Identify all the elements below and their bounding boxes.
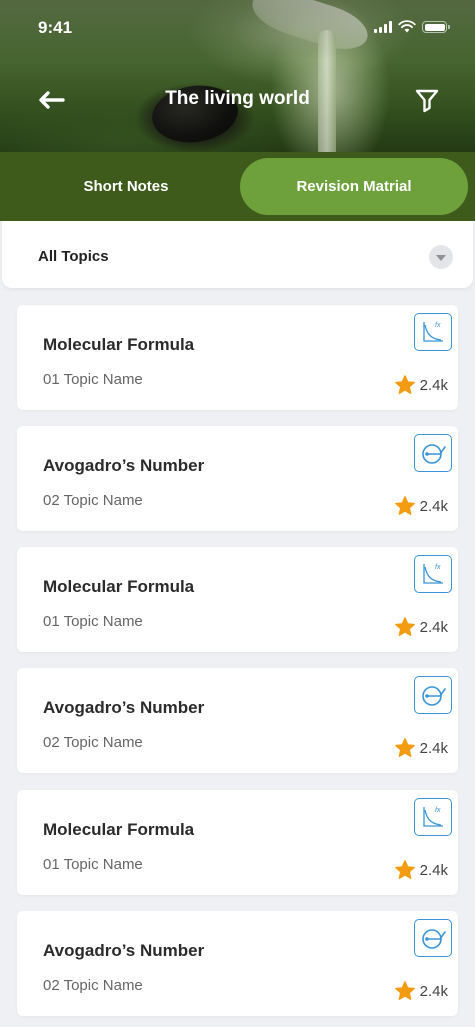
rating: 2.4k xyxy=(394,374,448,396)
card-title: Avogadro’s Number xyxy=(43,456,205,475)
signal-icon xyxy=(374,21,392,33)
rating-count: 2.4k xyxy=(419,618,448,636)
formula-graph-icon: fx xyxy=(414,313,452,351)
card-subtitle: 02 Topic Name xyxy=(43,977,143,994)
star-icon xyxy=(394,617,415,636)
card-subtitle: 01 Topic Name xyxy=(43,371,143,388)
status-icons xyxy=(374,20,450,33)
star-icon xyxy=(394,375,415,394)
rating-count: 2.4k xyxy=(419,982,448,1000)
card-title: Molecular Formula xyxy=(43,577,195,596)
rating-count: 2.4k xyxy=(419,376,448,394)
tab-bar: Short Notes Revision Matrial xyxy=(0,152,475,221)
rating: 2.4k xyxy=(394,616,448,638)
formula-graph-icon: fx xyxy=(414,555,452,593)
page-title: The living world xyxy=(165,88,310,109)
star-icon xyxy=(394,860,415,879)
svg-text:fx: fx xyxy=(435,807,441,814)
rating-count: 2.4k xyxy=(419,861,448,879)
card-subtitle: 02 Topic Name xyxy=(43,734,143,751)
target-circle-icon xyxy=(414,919,452,957)
formula-graph-icon: fx xyxy=(414,798,452,836)
star-icon xyxy=(394,496,415,515)
svg-text:fx: fx xyxy=(435,322,441,329)
header-banner: 9:41 The living world xyxy=(0,0,475,152)
filter-button[interactable] xyxy=(413,86,441,114)
topic-card[interactable]: Avogadro’s Number 02 Topic Name 2.4k xyxy=(17,426,458,531)
rating-count: 2.4k xyxy=(419,739,448,757)
topic-card[interactable]: Molecular Formula 01 Topic Name fx 2.4k xyxy=(17,790,458,895)
tab-short-notes[interactable]: Short Notes xyxy=(16,158,236,215)
rating: 2.4k xyxy=(394,737,448,759)
card-title: Avogadro’s Number xyxy=(43,698,205,717)
chevron-down-icon xyxy=(429,245,453,269)
topic-card[interactable]: Molecular Formula 01 Topic Name fx 2.4k xyxy=(17,547,458,652)
topic-card[interactable]: Avogadro’s Number 02 Topic Name 2.4k xyxy=(17,911,458,1016)
star-icon xyxy=(394,738,415,757)
star-icon xyxy=(394,981,415,1000)
target-circle-icon xyxy=(414,676,452,714)
rating: 2.4k xyxy=(394,980,448,1002)
card-title: Avogadro’s Number xyxy=(43,941,205,960)
card-subtitle: 01 Topic Name xyxy=(43,613,143,630)
battery-icon xyxy=(422,21,450,33)
funnel-icon xyxy=(415,89,439,113)
topic-dropdown-value: All Topics xyxy=(38,248,109,265)
card-title: Molecular Formula xyxy=(43,335,195,354)
rating: 2.4k xyxy=(394,859,448,881)
rating: 2.4k xyxy=(394,495,448,517)
wifi-icon xyxy=(398,20,416,33)
topic-card[interactable]: Molecular Formula 01 Topic Name fx 2.4k xyxy=(17,305,458,410)
status-time: 9:41 xyxy=(38,18,73,37)
card-title: Molecular Formula xyxy=(43,820,195,839)
target-circle-icon xyxy=(414,434,452,472)
topic-dropdown[interactable]: All Topics xyxy=(2,221,473,288)
card-subtitle: 02 Topic Name xyxy=(43,492,143,509)
rating-count: 2.4k xyxy=(419,497,448,515)
svg-text:fx: fx xyxy=(435,564,441,571)
card-subtitle: 01 Topic Name xyxy=(43,856,143,873)
tab-revision-material[interactable]: Revision Matrial xyxy=(240,158,468,215)
topic-card[interactable]: Avogadro’s Number 02 Topic Name 2.4k xyxy=(17,668,458,773)
